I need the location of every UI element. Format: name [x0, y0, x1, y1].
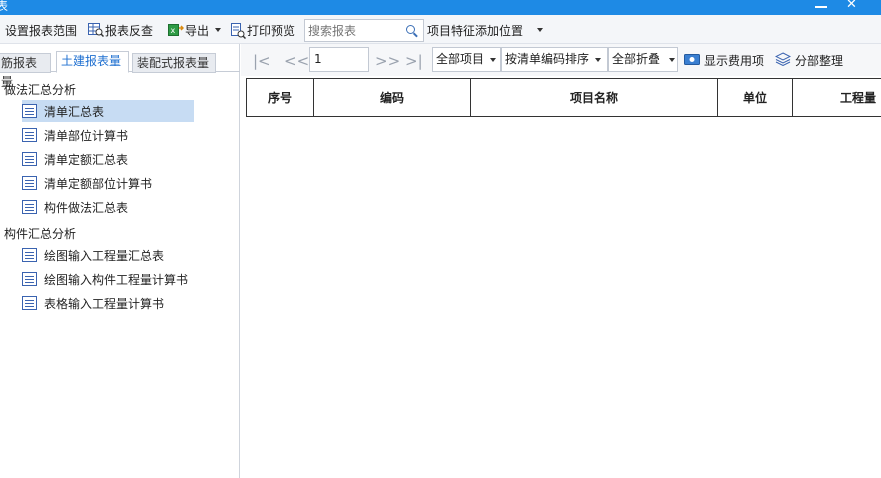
tab-rebar-report[interactable]: 筋报表量 — [0, 53, 51, 89]
grid-search-icon — [88, 23, 105, 38]
column-header-code[interactable]: 编码 — [314, 79, 471, 116]
settings-range-label: 设置报表范围 — [5, 23, 78, 38]
last-page-icon[interactable]: >| — [405, 52, 423, 70]
next-page-icon[interactable]: >> — [375, 52, 400, 70]
report-view-toolbar: |< << 1 >> >| 全部项目 按清单编码排序 全部折叠 显示费用项 分部… — [241, 44, 881, 76]
print-preview-icon — [230, 23, 247, 40]
export-label: 导出 — [185, 23, 210, 38]
tree-item-bill-summary[interactable]: 清单汇总表 — [22, 100, 194, 122]
chevron-down-icon — [215, 28, 222, 32]
tree-item-component-method-summary[interactable]: 构件做法汇总表 — [22, 196, 134, 218]
export-excel-icon: x — [168, 23, 185, 37]
fold-mode-select[interactable]: 全部折叠 — [608, 47, 678, 72]
print-preview-label: 打印预览 — [247, 23, 296, 38]
reverse-lookup-button[interactable]: 报表反查 — [88, 21, 153, 39]
settings-range-button[interactable]: 设置报表范围 — [0, 21, 77, 39]
report-tree-panel: 筋报表量 土建报表量 装配式报表量 做法汇总分析 清单汇总表 清单部位计算书 清… — [0, 44, 240, 478]
report-doc-icon — [22, 296, 37, 310]
report-doc-icon — [22, 152, 37, 166]
report-doc-icon — [22, 128, 37, 142]
first-page-icon[interactable]: |< — [253, 52, 271, 70]
report-doc-icon — [22, 104, 37, 118]
organize-sections-button[interactable]: 分部整理 — [774, 52, 844, 69]
svg-text:x: x — [171, 26, 176, 35]
toolbar: 设置报表范围 报表反查 x 导出 打印预览 项目特征添加位置 — [0, 15, 881, 44]
report-search-box — [304, 19, 424, 42]
fee-icon — [684, 53, 700, 68]
title-bar: 表 ✕ — [0, 0, 881, 15]
chevron-down-icon — [490, 57, 497, 62]
column-header-item-name[interactable]: 项目名称 — [471, 79, 718, 116]
group-component-summary[interactable]: 构件汇总分析 — [4, 225, 76, 242]
tab-prefab-report[interactable]: 装配式报表量 — [132, 53, 216, 73]
minimize-icon[interactable] — [815, 6, 827, 8]
tree-item-label: 表格输入工程量计算书 — [44, 296, 165, 311]
tab-civil-report[interactable]: 土建报表量 — [56, 51, 129, 73]
tree-item-bill-quota-location-calc[interactable]: 清单定额部位计算书 — [22, 172, 158, 194]
project-scope-select[interactable]: 全部项目 — [432, 47, 501, 72]
tree-item-bill-quota-summary[interactable]: 清单定额汇总表 — [22, 148, 134, 170]
report-search-input[interactable] — [305, 20, 401, 41]
tree-item-label: 清单定额部位计算书 — [44, 176, 153, 191]
close-icon[interactable]: ✕ — [846, 0, 857, 12]
feature-position-label: 项目特征添加位置 — [427, 23, 524, 38]
chevron-down-icon — [669, 57, 676, 62]
print-preview-button[interactable]: 打印预览 — [230, 21, 296, 40]
chevron-down-icon — [537, 28, 544, 32]
report-doc-icon — [22, 272, 37, 286]
report-type-tabs: 筋报表量 土建报表量 装配式报表量 — [0, 50, 240, 89]
show-fee-items-label: 显示费用项 — [704, 54, 765, 68]
reverse-lookup-label: 报表反查 — [105, 23, 154, 38]
report-doc-icon — [22, 248, 37, 262]
report-doc-icon — [22, 200, 37, 214]
fold-mode-value: 全部折叠 — [612, 52, 661, 66]
project-scope-value: 全部项目 — [436, 52, 485, 66]
report-table-header: 序号 编码 项目名称 单位 工程量 — [246, 78, 881, 117]
report-doc-icon — [22, 176, 37, 190]
layers-icon — [774, 52, 792, 69]
column-header-index[interactable]: 序号 — [247, 79, 314, 116]
organize-sections-label: 分部整理 — [795, 54, 844, 68]
column-header-unit[interactable]: 单位 — [718, 79, 793, 116]
tree-item-label: 绘图输入构件工程量计算书 — [44, 272, 189, 287]
tree-item-drawing-quantity-summary[interactable]: 绘图输入工程量汇总表 — [22, 244, 170, 266]
group-method-summary[interactable]: 做法汇总分析 — [4, 81, 76, 98]
feature-position-dropdown[interactable]: 项目特征添加位置 — [427, 21, 544, 39]
chevron-down-icon — [595, 57, 602, 62]
sort-mode-value: 按清单编码排序 — [505, 52, 590, 66]
window-title: 表 — [0, 0, 9, 13]
tree-item-label: 清单部位计算书 — [44, 128, 129, 143]
tree-item-label: 清单汇总表 — [44, 104, 105, 119]
tree-item-label: 绘图输入工程量汇总表 — [44, 248, 165, 263]
tree-item-label: 构件做法汇总表 — [44, 200, 129, 215]
tree-item-table-quantity-calc[interactable]: 表格输入工程量计算书 — [22, 292, 170, 314]
tree-item-drawing-component-calc[interactable]: 绘图输入构件工程量计算书 — [22, 268, 194, 290]
sort-mode-select[interactable]: 按清单编码排序 — [501, 47, 608, 72]
show-fee-items-button[interactable]: 显示费用项 — [684, 52, 764, 69]
export-button[interactable]: x 导出 — [168, 21, 222, 39]
tree-item-bill-location-calc[interactable]: 清单部位计算书 — [22, 124, 134, 146]
tree-item-label: 清单定额汇总表 — [44, 152, 129, 167]
search-icon[interactable] — [406, 25, 415, 34]
page-number-input[interactable]: 1 — [309, 47, 369, 72]
prev-page-icon[interactable]: << — [284, 52, 309, 70]
column-header-quantity[interactable]: 工程量 — [793, 79, 881, 116]
